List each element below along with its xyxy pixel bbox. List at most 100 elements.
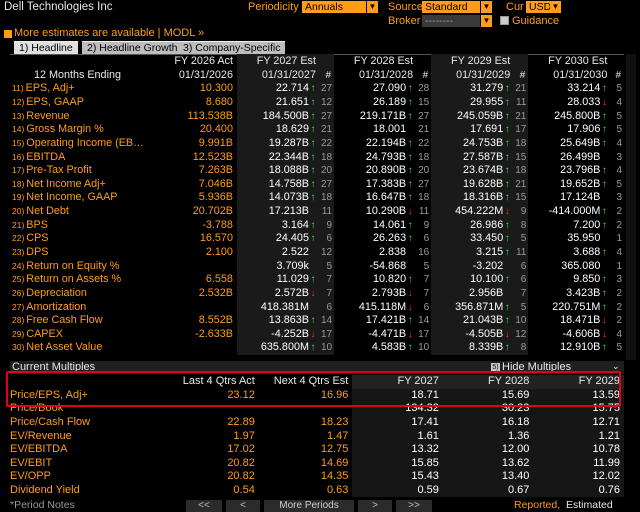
- row-label[interactable]: EV/EBIT: [10, 457, 145, 471]
- table-row[interactable]: 16) EBITDA 12.523B 22.344B ↑ 18 24.793B ↑ 18 27.5…: [10, 150, 624, 164]
- table-row[interactable]: 12) EPS, GAAP 8.680 21.651 ↑ 12 26.189 ↑ 15 29.95…: [10, 95, 624, 110]
- cell-estimate[interactable]: 23.796B ↑: [528, 164, 610, 178]
- table-row[interactable]: EV/Revenue 1.97 1.47 1.61 1.36 1.21: [10, 429, 624, 443]
- cell-estimate[interactable]: 18.001: [334, 123, 416, 137]
- cell-actual[interactable]: 9.991B: [146, 137, 237, 151]
- cell-estimate[interactable]: 14.073B ↑: [236, 191, 319, 205]
- table-row[interactable]: Dividend Yield 0.54 0.63 0.59 0.67 0.76: [10, 483, 624, 498]
- table-row[interactable]: 14) Gross Margin % 20.400 18.629 ↑ 21 18.001 21…: [10, 122, 624, 137]
- cell-estimate[interactable]: 219.171B ↑: [334, 109, 416, 123]
- cell-estimate[interactable]: 17.906 ↑: [528, 123, 610, 137]
- cell-estimate[interactable]: 19.652B ↑: [528, 177, 610, 191]
- cell-estimate[interactable]: 220.751M ↑: [528, 300, 610, 314]
- cell-estimate[interactable]: 2.793B ↓: [334, 287, 416, 301]
- multiple-value[interactable]: 13.62: [442, 456, 534, 471]
- cell-estimate[interactable]: 11.029 ↑: [236, 272, 319, 287]
- multiple-value[interactable]: 0.63: [259, 484, 353, 498]
- cell-estimate[interactable]: 7.200 ↑: [528, 218, 610, 232]
- multiple-value[interactable]: 12.71: [533, 415, 624, 430]
- row-label[interactable]: 11) EPS, Adj+: [10, 82, 146, 96]
- cell-estimate[interactable]: -54.868: [334, 259, 416, 273]
- cell-actual[interactable]: [146, 259, 237, 273]
- cell-estimate[interactable]: 26.986 ↑: [431, 218, 514, 233]
- cell-estimate[interactable]: -4.606B ↓: [528, 328, 610, 342]
- multiple-value[interactable]: 12.02: [533, 470, 624, 484]
- cell-estimate[interactable]: -414.000M ↑: [528, 205, 610, 219]
- row-label[interactable]: 19) Net Income, GAAP: [10, 191, 146, 205]
- row-label[interactable]: Price/Cash Flow: [10, 416, 145, 430]
- cell-estimate[interactable]: -3.202: [431, 259, 514, 273]
- guidance-checkbox[interactable]: [500, 16, 509, 25]
- multiple-value[interactable]: 13.32: [352, 442, 443, 457]
- table-row[interactable]: EV/OPP 20.82 14.35 15.43 13.40 12.02: [10, 470, 624, 484]
- row-label[interactable]: 24) Return on Equity %: [10, 259, 146, 273]
- row-label[interactable]: 23) DPS: [10, 246, 146, 260]
- row-label[interactable]: 13) Revenue: [10, 109, 146, 123]
- cell-estimate[interactable]: 27.090 ↑: [334, 82, 416, 96]
- table-row[interactable]: 22) CPS 16.570 24.405 ↑ 6 26.263 ↑ 6 33.450 ↑ 5 35.9…: [10, 232, 624, 246]
- cell-estimate[interactable]: 18.088B ↑: [236, 163, 319, 178]
- cell-estimate[interactable]: 2.572B ↓: [236, 286, 319, 301]
- multiple-value[interactable]: 12.00: [442, 442, 534, 457]
- table-row[interactable]: 18) Net Income Adj+ 7.046B 14.758B ↑ 27 17.383…: [10, 177, 624, 192]
- cell-actual[interactable]: 7.046B: [146, 177, 237, 191]
- cell-estimate[interactable]: -4.471B ↓: [334, 328, 416, 342]
- multiple-value[interactable]: 12.75: [259, 443, 353, 457]
- cell-estimate[interactable]: 356.871M ↑: [431, 300, 514, 314]
- cell-estimate[interactable]: 3.164 ↑: [236, 218, 319, 233]
- row-label[interactable]: EV/EBITDA: [10, 443, 145, 457]
- cell-actual[interactable]: 20.400: [146, 123, 237, 137]
- multiple-value[interactable]: 0.67: [442, 483, 534, 498]
- multiple-value[interactable]: 16.18: [442, 415, 534, 430]
- table-row[interactable]: Price/Cash Flow 22.89 18.23 17.41 16.18 12.71: [10, 415, 624, 430]
- table-row[interactable]: 27) Amortization 418.381M 6 415.118M ↓ 6 356.87…: [10, 300, 624, 314]
- cell-estimate[interactable]: 26.499B: [528, 150, 610, 164]
- cell-estimate[interactable]: 23.674B ↑: [431, 163, 514, 178]
- cell-estimate[interactable]: 21.043B ↑: [431, 313, 514, 328]
- multiple-value[interactable]: 11.99: [533, 456, 624, 471]
- multiple-value[interactable]: 18.23: [259, 416, 353, 430]
- cell-estimate[interactable]: 8.339B ↑: [431, 341, 514, 355]
- table-row[interactable]: 21) BPS -3.788 3.164 ↑ 9 14.061 ↑ 9 26.986 ↑ 8 7.200…: [10, 218, 624, 233]
- table-row[interactable]: 17) Pre-Tax Profit 7.263B 18.088B ↑ 20 20.890B…: [10, 163, 624, 178]
- cell-estimate[interactable]: 26.189 ↑: [334, 96, 416, 110]
- table-row[interactable]: EV/EBITDA 17.02 12.75 13.32 12.00 10.78: [10, 442, 624, 457]
- last-page-button[interactable]: >>: [396, 500, 432, 512]
- cell-estimate[interactable]: 9.850 ↑: [528, 273, 610, 287]
- table-row[interactable]: 24) Return on Equity % 3.709k 5 -54.868 5 -3.2…: [10, 259, 624, 273]
- cell-actual[interactable]: 2.100: [146, 246, 237, 260]
- cell-estimate[interactable]: 14.758B ↑: [236, 177, 319, 192]
- cell-estimate[interactable]: 22.344B ↑: [236, 150, 319, 164]
- cell-estimate[interactable]: 13.863B ↑: [236, 313, 319, 328]
- cell-actual[interactable]: -3.788: [146, 218, 237, 232]
- multiple-value[interactable]: 0.59: [352, 483, 443, 498]
- cell-actual[interactable]: 8.680: [146, 96, 237, 110]
- cell-actual[interactable]: [146, 341, 237, 355]
- table-row[interactable]: 19) Net Income, GAAP 5.936B 14.073B ↑ 18 16.64…: [10, 191, 624, 205]
- multiple-value[interactable]: 10.78: [533, 442, 624, 457]
- row-label[interactable]: EV/Revenue: [10, 429, 145, 443]
- first-page-button[interactable]: <<: [186, 500, 222, 512]
- source-select[interactable]: Standard: [422, 1, 480, 13]
- row-label[interactable]: 20) Net Debt: [10, 205, 146, 219]
- table-row[interactable]: 20) Net Debt 20.702B 17.213B 11 10.290B ↓ 11 454…: [10, 204, 624, 219]
- estimated-label[interactable]: Estimated: [566, 499, 613, 511]
- tab-headline-growth[interactable]: 2) Headline Growth: [82, 41, 183, 54]
- cell-estimate[interactable]: 20.890B ↑: [334, 164, 416, 178]
- cell-estimate[interactable]: 10.290B ↓: [334, 205, 416, 219]
- multiple-value[interactable]: 1.36: [442, 429, 534, 443]
- cell-actual[interactable]: 6.558: [146, 273, 237, 287]
- prev-page-button[interactable]: <: [226, 500, 260, 512]
- cell-estimate[interactable]: 245.059B ↑: [431, 109, 514, 123]
- cell-estimate[interactable]: 365.080: [528, 259, 610, 273]
- cell-estimate[interactable]: 22.714 ↑: [236, 82, 319, 96]
- cell-actual[interactable]: [146, 300, 237, 314]
- table-row[interactable]: 15) Operating Income (EB… 9.991B 19.287B ↑ 22…: [10, 136, 624, 151]
- multiple-value[interactable]: 1.47: [259, 429, 353, 443]
- cell-estimate[interactable]: 454.222M ↓: [431, 204, 514, 219]
- next-page-button[interactable]: >: [358, 500, 392, 512]
- cell-estimate[interactable]: 25.649B ↑: [528, 137, 610, 151]
- chevron-down-icon[interactable]: ▼: [481, 1, 492, 13]
- periodicity-select[interactable]: Annuals: [302, 1, 366, 13]
- row-label[interactable]: 26) Depreciation: [10, 287, 146, 301]
